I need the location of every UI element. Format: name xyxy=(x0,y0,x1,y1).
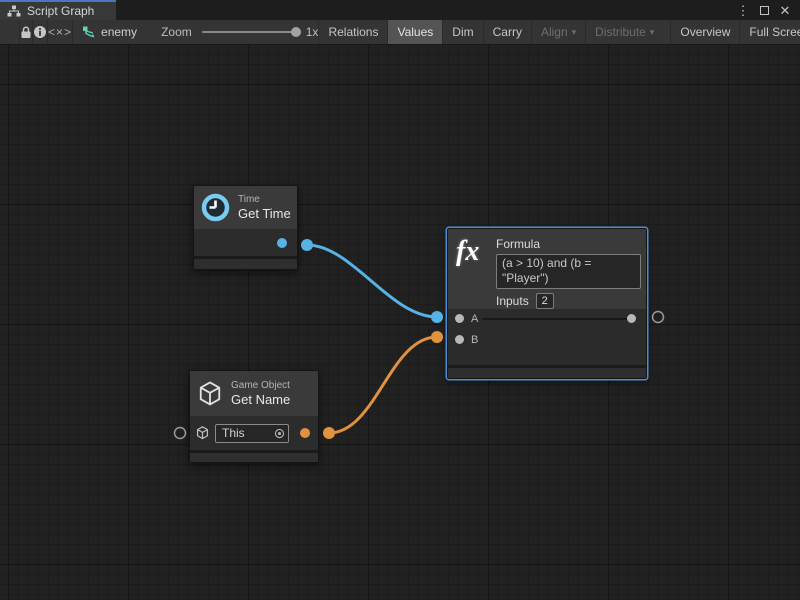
info-button[interactable] xyxy=(32,20,47,44)
get-time-output-port[interactable] xyxy=(277,238,287,248)
distribute-label: Distribute xyxy=(595,25,646,39)
relations-button[interactable]: Relations xyxy=(318,20,387,44)
get-name-header: Game Object Get Name xyxy=(190,371,318,416)
connections-layer xyxy=(0,45,800,600)
wire-orange-start-dot[interactable] xyxy=(323,427,335,439)
graph-asset-icon xyxy=(82,25,96,39)
target-object-value: This xyxy=(222,426,245,440)
formula-title: Formula xyxy=(496,237,641,251)
titlebar: Script Graph ⋮ ✕ xyxy=(0,0,800,20)
get-name-output-port[interactable] xyxy=(300,428,310,438)
formula-expression-input[interactable]: (a > 10) and (b = "Player") xyxy=(496,254,641,289)
info-icon xyxy=(33,25,47,39)
get-name-input-unconnected-port[interactable] xyxy=(175,428,186,439)
lock-icon xyxy=(20,26,32,39)
zoom-value: 1x xyxy=(306,25,319,39)
formula-input-b-label: B xyxy=(471,334,478,346)
graph-name: enemy xyxy=(101,25,137,39)
zoom-control: Zoom 1x xyxy=(161,20,318,44)
formula-output-unconnected-port[interactable] xyxy=(653,312,664,323)
inputs-label: Inputs xyxy=(496,294,529,308)
maximize-box xyxy=(760,6,769,15)
formula-inputs-row: Inputs 2 xyxy=(496,293,641,309)
lock-button[interactable] xyxy=(19,20,32,44)
dim-button[interactable]: Dim xyxy=(442,20,482,44)
distribute-caret-icon: ▾ xyxy=(650,27,655,38)
game-object-cube-icon xyxy=(196,379,224,409)
formula-port-row-b: B xyxy=(448,330,646,349)
wire-get-name-to-formula-b[interactable] xyxy=(329,337,437,433)
get-name-footer xyxy=(190,453,318,462)
script-graph-window: Script Graph ⋮ ✕ <×> xyxy=(0,0,800,600)
carry-button[interactable]: Carry xyxy=(483,20,531,44)
get-name-title: Get Name xyxy=(231,392,290,408)
get-time-header: Time Get Time xyxy=(194,186,297,229)
code-view-icon: <×> xyxy=(48,25,72,39)
toolbar-view-options: Relations Values Dim Carry Align ▾ Distr… xyxy=(318,20,800,44)
wire-get-time-to-formula-a[interactable] xyxy=(307,245,437,317)
values-button[interactable]: Values xyxy=(387,20,442,44)
align-dropdown[interactable]: Align ▾ xyxy=(531,20,585,44)
code-view-button[interactable]: <×> xyxy=(47,20,73,44)
tab-title: Script Graph xyxy=(27,4,94,18)
wire-blue-end-dot[interactable] xyxy=(431,311,443,323)
get-time-titles: Time Get Time xyxy=(238,194,291,222)
get-name-titles: Game Object Get Name xyxy=(231,380,290,408)
window-controls: ⋮ ✕ xyxy=(736,0,800,20)
zoom-slider-handle[interactable] xyxy=(291,27,301,37)
formula-settings: Formula (a > 10) and (b = "Player") Inpu… xyxy=(496,237,641,309)
graph-canvas[interactable]: Time Get Time fx Formula (a > 10) and (b… xyxy=(0,45,800,600)
distribute-dropdown[interactable]: Distribute ▾ xyxy=(585,20,663,44)
tab-script-graph[interactable]: Script Graph xyxy=(0,0,116,20)
wire-orange-end-dot[interactable] xyxy=(431,331,443,343)
get-time-footer xyxy=(194,259,297,269)
wire-blue-start-dot[interactable] xyxy=(301,239,313,251)
node-get-name[interactable]: Game Object Get Name This xyxy=(189,370,319,463)
formula-output-port[interactable] xyxy=(627,314,636,323)
full-screen-button[interactable]: Full Screen xyxy=(739,20,800,44)
formula-header: fx Formula (a > 10) and (b = "Player") I… xyxy=(448,229,646,309)
target-type-cube-icon xyxy=(195,425,210,441)
window-menu-icon[interactable]: ⋮ xyxy=(736,2,750,18)
node-get-time[interactable]: Time Get Time xyxy=(193,185,298,270)
formula-port-row-a: A xyxy=(448,309,646,328)
formula-input-b-port[interactable] xyxy=(455,335,464,344)
align-caret-icon: ▾ xyxy=(572,27,577,38)
zoom-slider[interactable] xyxy=(202,31,298,33)
zoom-label: Zoom xyxy=(161,25,192,39)
overview-button[interactable]: Overview xyxy=(670,20,739,44)
node-formula[interactable]: fx Formula (a > 10) and (b = "Player") I… xyxy=(447,228,647,379)
formula-input-a-port[interactable] xyxy=(455,314,464,323)
formula-fx-icon: fx xyxy=(456,237,488,267)
target-object-field[interactable]: This xyxy=(215,424,289,443)
graph-hierarchy-icon xyxy=(7,5,21,17)
formula-ports: A B xyxy=(448,309,646,365)
formula-input-a-label: A xyxy=(471,313,478,325)
get-time-category: Time xyxy=(238,194,291,206)
get-name-category: Game Object xyxy=(231,380,290,392)
get-time-title: Get Time xyxy=(238,206,291,222)
object-picker-icon[interactable] xyxy=(274,428,285,439)
get-name-ports: This xyxy=(190,416,318,450)
expression-line-2: "Player") xyxy=(502,271,635,286)
clock-icon xyxy=(200,192,231,223)
inputs-count-field[interactable]: 2 xyxy=(536,293,554,309)
graph-breadcrumb[interactable]: enemy xyxy=(73,20,147,44)
maximize-icon[interactable] xyxy=(757,2,771,18)
graph-toolbar: <×> enemy Zoom 1x Relations Values Dim C… xyxy=(0,20,800,45)
expression-line-1: (a > 10) and (b = xyxy=(502,256,635,271)
relation-line xyxy=(482,318,633,320)
formula-footer xyxy=(448,368,646,378)
align-label: Align xyxy=(541,25,568,39)
get-time-ports xyxy=(194,229,297,256)
close-icon[interactable]: ✕ xyxy=(778,2,792,18)
